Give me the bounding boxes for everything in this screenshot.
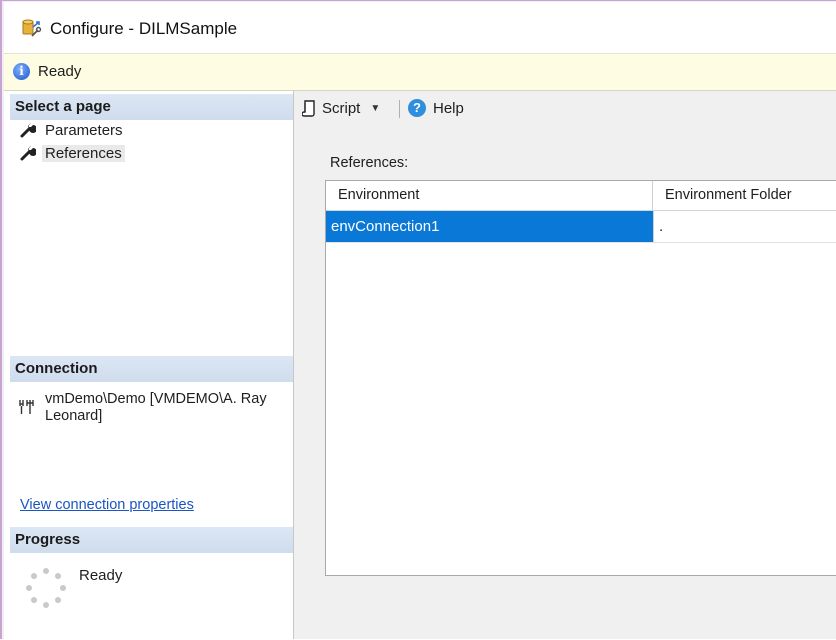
view-connection-properties-link[interactable]: View connection properties: [20, 497, 194, 513]
title-bar[interactable]: Configure - DILMSample: [4, 2, 836, 53]
wrench-icon: [20, 123, 36, 138]
progress-status: Ready: [79, 567, 123, 584]
info-icon: i: [13, 63, 30, 80]
wrench-icon: [20, 146, 36, 161]
chevron-down-icon[interactable]: ▼: [370, 103, 380, 114]
progress-header: Progress: [10, 527, 293, 553]
connection-info: vmDemo\Demo [VMDEMO\A. Ray Leonard]: [45, 391, 267, 424]
references-page: References: Environment Environment Fold…: [294, 125, 836, 639]
page-item-label: References: [42, 144, 125, 162]
references-label: References:: [330, 155, 409, 171]
help-label: Help: [433, 99, 464, 117]
configure-dialog: Configure - DILMSample i Ready Select a …: [0, 0, 836, 639]
environment-folder-cell[interactable]: .: [653, 211, 836, 242]
script-label: Script: [322, 99, 361, 117]
page-item-parameters[interactable]: Parameters: [20, 120, 123, 140]
status-text: Ready: [38, 63, 82, 80]
column-header-environment-folder[interactable]: Environment Folder: [653, 181, 836, 210]
help-icon: ?: [408, 99, 426, 117]
window-title: Configure - DILMSample: [50, 19, 238, 38]
page-item-label: Parameters: [45, 121, 123, 139]
references-grid[interactable]: Environment Environment Folder envConnec…: [325, 180, 836, 576]
progress-spinner-icon: [26, 568, 66, 608]
environment-cell[interactable]: envConnection1: [326, 211, 653, 242]
status-bar: i Ready: [4, 53, 836, 91]
select-page-header: Select a page: [10, 94, 293, 120]
table-row[interactable]: envConnection1 .: [326, 211, 836, 243]
grid-header: Environment Environment Folder: [326, 181, 836, 211]
script-button[interactable]: Script ▼: [302, 96, 380, 120]
help-button[interactable]: ? Help: [408, 96, 464, 120]
script-icon: [302, 99, 315, 117]
toolbar: Script ▼ ? Help: [294, 91, 836, 125]
page-item-references[interactable]: References: [20, 143, 125, 163]
connection-header: Connection: [10, 356, 293, 382]
toolbar-separator: [399, 100, 400, 118]
server-connection-icon: [19, 400, 34, 414]
left-pane: Select a page Parameters References Conn…: [4, 91, 294, 639]
column-header-environment[interactable]: Environment: [326, 181, 653, 210]
configure-app-icon: [22, 19, 42, 37]
